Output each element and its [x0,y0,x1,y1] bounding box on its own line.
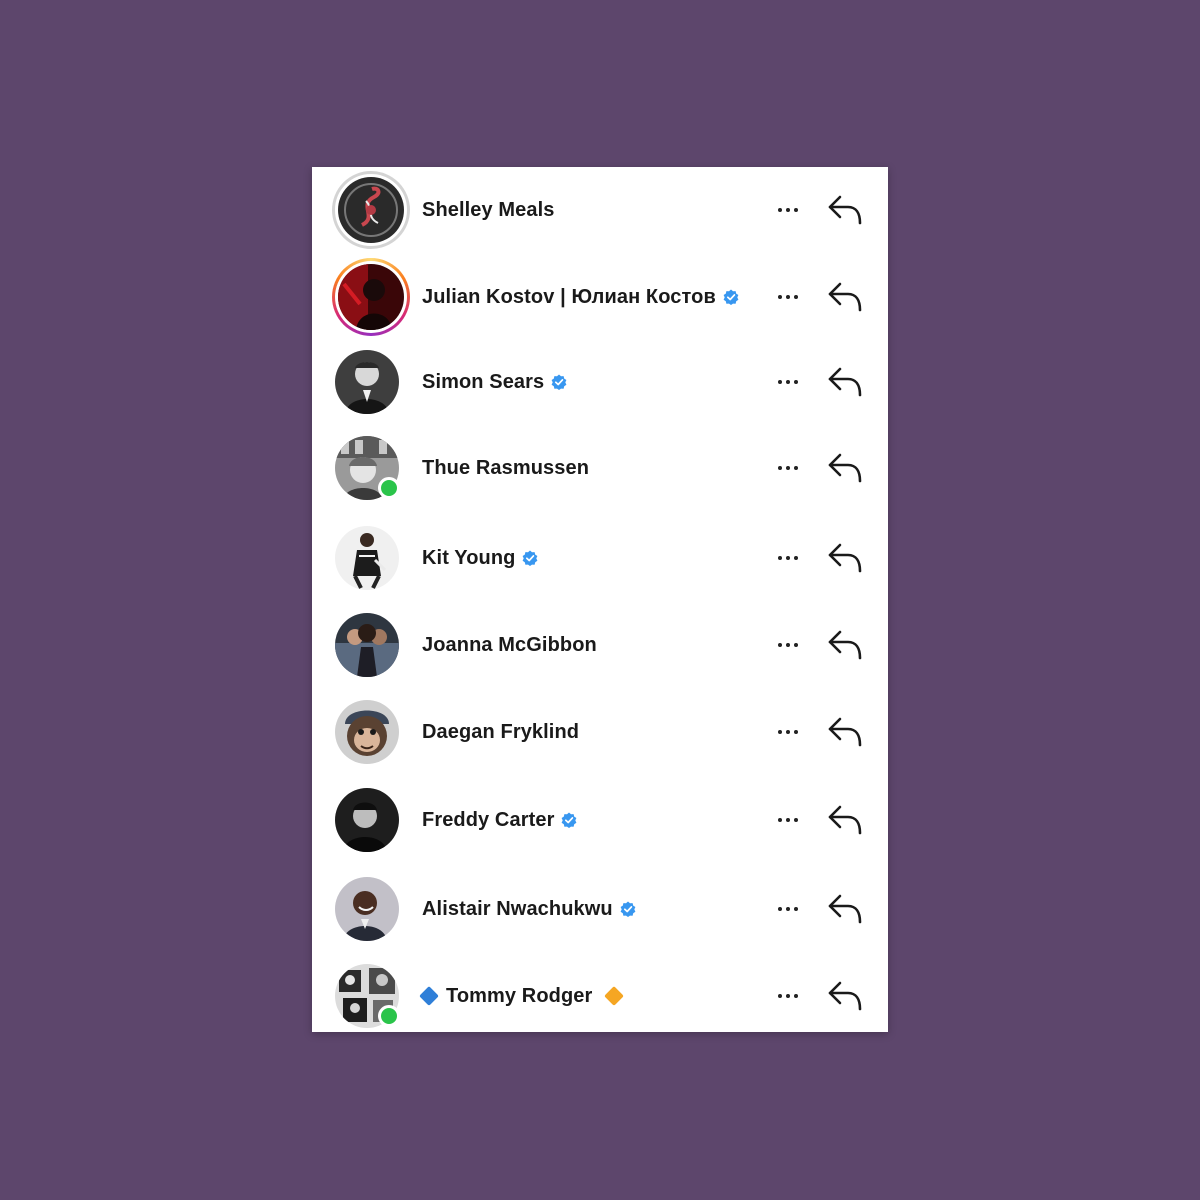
contact-name: Alistair Nwachukwu [422,897,613,920]
reply-arrow-icon[interactable] [826,541,864,575]
online-status-indicator [378,1005,400,1027]
more-options-icon[interactable] [770,545,806,571]
reply-arrow-icon[interactable] [826,280,864,314]
reply-arrow-icon[interactable] [826,979,864,1013]
conversation-list: Shelley Meals Julian Kostov | Юлиан Кост… [312,167,888,1032]
more-options-icon[interactable] [770,632,806,658]
reply-arrow-icon[interactable] [826,715,864,749]
verified-badge-icon [723,289,739,305]
conversation-row[interactable]: Freddy Carter [312,777,888,863]
smiling-portrait-avatar [335,877,399,941]
conversation-row[interactable]: Kit Young [312,515,888,601]
more-options-icon[interactable] [770,807,806,833]
more-options-icon[interactable] [770,197,806,223]
red-portrait-avatar [338,264,404,330]
reply-arrow-icon[interactable] [826,365,864,399]
conversation-row[interactable]: Simon Sears [312,339,888,425]
dark-portrait-avatar [335,788,399,852]
verified-badge-icon [562,812,577,828]
contact-name: Kit Young [422,546,516,569]
more-options-icon[interactable] [770,455,806,481]
tattoo-art-avatar [338,177,404,243]
avatar[interactable] [332,957,410,1032]
avatar[interactable] [332,606,410,684]
avatar[interactable] [332,870,410,948]
blue-diamond-icon [419,986,439,1006]
contact-name: Freddy Carter [422,808,555,831]
verified-badge-icon [523,550,538,566]
conversation-row[interactable]: Daegan Fryklind [312,689,888,775]
more-options-icon[interactable] [770,284,806,310]
more-options-icon[interactable] [770,983,806,1009]
conversation-row[interactable]: Joanna McGibbon [312,602,888,688]
contact-name: Simon Sears [422,370,545,393]
avatar[interactable] [332,519,410,597]
more-options-icon[interactable] [770,896,806,922]
bw-portrait-avatar [335,350,399,414]
avatar[interactable] [332,343,410,421]
conversation-row[interactable]: Thue Rasmussen [312,425,888,511]
conversation-row[interactable]: Julian Kostov | Юлиан Костов [312,254,888,340]
more-options-icon[interactable] [770,369,806,395]
avatar[interactable] [332,258,410,336]
reply-arrow-icon[interactable] [826,193,864,227]
fashion-photo-avatar [335,526,399,590]
avatar[interactable] [332,781,410,859]
avatar[interactable] [332,693,410,771]
group-photo-avatar [335,613,399,677]
contact-name: Joanna McGibbon [422,633,597,656]
online-status-indicator [378,477,400,499]
reply-arrow-icon[interactable] [826,803,864,837]
verified-badge-icon [620,901,636,917]
conversation-row[interactable]: Tommy Rodger [312,953,888,1032]
reply-arrow-icon[interactable] [826,451,864,485]
conversation-row[interactable]: Shelley Meals [312,167,888,253]
contact-name: Thue Rasmussen [422,456,590,479]
contact-name: Shelley Meals [422,198,555,221]
monkey-mask-avatar [335,700,399,764]
more-options-icon[interactable] [770,719,806,745]
orange-diamond-icon [604,986,625,1006]
reply-arrow-icon[interactable] [826,628,864,662]
avatar[interactable] [332,429,410,507]
contact-name: Julian Kostov | Юлиан Костов [422,285,716,308]
contact-name: Daegan Fryklind [422,720,580,743]
avatar[interactable] [332,171,410,249]
reply-arrow-icon[interactable] [826,892,864,926]
contact-name: Tommy Rodger [446,984,593,1007]
verified-badge-icon [551,374,567,390]
conversation-row[interactable]: Alistair Nwachukwu [312,866,888,952]
